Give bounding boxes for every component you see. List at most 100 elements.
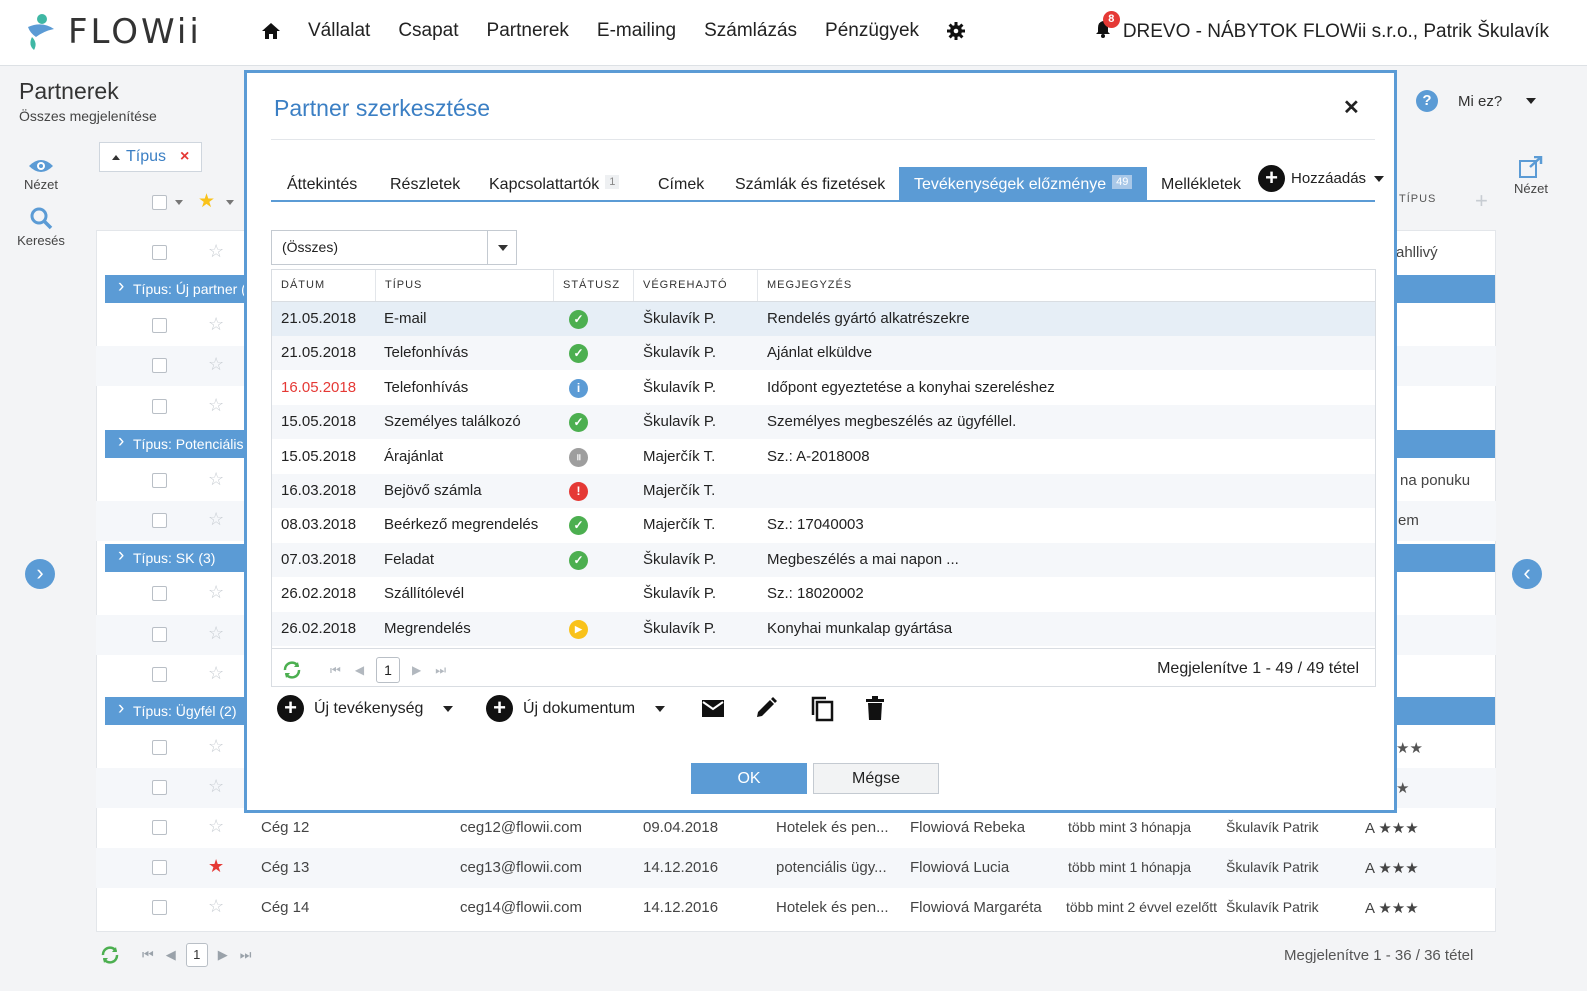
star-icon[interactable]: ☆ — [208, 816, 224, 837]
star-icon[interactable]: ☆ — [208, 896, 224, 917]
help-label[interactable]: Mi ez? — [1458, 93, 1502, 110]
trash-icon[interactable] — [866, 696, 884, 720]
star-icon[interactable]: ☆ — [208, 663, 224, 684]
home-icon[interactable] — [262, 23, 280, 39]
activity-row[interactable]: 16.03.2018 Bejövő számla! Majerčík T. — [272, 474, 1375, 508]
activity-row[interactable]: 15.05.2018 Árajánlat ॥ Majerčík T. Sz.: A-20… — [272, 440, 1375, 474]
nav-szamlazas[interactable]: Számlázás — [704, 20, 797, 42]
current-page[interactable]: 1 — [376, 657, 401, 683]
activity-row[interactable]: 21.05.2018 Telefonhívás ✓ Škulavík P. Ajánla… — [272, 336, 1375, 371]
next-page-icon[interactable]: ▶ — [412, 663, 421, 677]
star-icon[interactable]: ☆ — [208, 395, 224, 416]
expand-right-panel-icon[interactable]: ‹ — [1512, 559, 1542, 589]
row-checkbox[interactable] — [152, 627, 167, 642]
star-icon[interactable]: ☆ — [208, 354, 224, 375]
column-date[interactable]: DÁTUM — [272, 270, 376, 301]
refresh-icon[interactable] — [282, 661, 302, 679]
row-checkbox[interactable] — [152, 860, 167, 875]
nav-emailing[interactable]: E-mailing — [597, 20, 676, 42]
chevron-down-icon[interactable] — [443, 705, 454, 712]
column-note[interactable]: MEGJEGYZÉS — [758, 270, 1375, 301]
row-checkbox[interactable] — [152, 245, 167, 260]
row-checkbox[interactable] — [152, 473, 167, 488]
expand-left-panel-icon[interactable]: › — [25, 559, 55, 589]
nav-csapat[interactable]: Csapat — [398, 20, 458, 42]
select-all-checkbox[interactable] — [152, 195, 167, 210]
company-email[interactable]: ceg12@flowii.com — [460, 819, 582, 836]
row-checkbox[interactable] — [152, 780, 167, 795]
star-icon[interactable]: ☆ — [208, 469, 224, 490]
email-icon[interactable] — [702, 700, 724, 717]
chevron-down-icon[interactable] — [1526, 98, 1537, 104]
add-column-icon[interactable]: + — [1475, 188, 1488, 214]
tab-activity-history[interactable]: Tevékenységek előzménye 49 — [899, 167, 1148, 200]
column-header-type[interactable]: TÍPUS — [1399, 193, 1436, 205]
new-document-button[interactable]: + Új dokumentum — [486, 695, 666, 722]
company-name[interactable]: Cég 13 — [261, 859, 309, 876]
external-view-toggle[interactable]: Nézet — [1506, 155, 1556, 196]
new-activity-button[interactable]: + Új tevékenység — [277, 695, 454, 722]
favorite-menu-chevron-icon[interactable] — [226, 200, 234, 205]
cancel-button[interactable]: Mégse — [813, 763, 939, 794]
notification-bell[interactable]: 8 — [1095, 11, 1120, 44]
table-row[interactable]: ☆ Cég 12 ceg12@flowii.com 09.04.2018 Hot… — [96, 808, 1496, 848]
search-toggle[interactable]: Keresés — [10, 206, 72, 248]
last-page-icon[interactable]: ⏭ — [435, 663, 446, 678]
company-email[interactable]: ceg14@flowii.com — [460, 899, 582, 916]
tab-addresses[interactable]: Címek — [658, 167, 704, 200]
prev-page-icon[interactable]: ◀ — [166, 947, 176, 963]
star-icon[interactable]: ☆ — [208, 582, 224, 603]
star-icon[interactable]: ☆ — [208, 776, 224, 797]
edit-icon[interactable] — [755, 697, 777, 719]
row-checkbox[interactable] — [152, 318, 167, 333]
column-status[interactable]: STÁTUSZ — [554, 270, 634, 301]
row-checkbox[interactable] — [152, 667, 167, 682]
activity-row[interactable]: 15.05.2018 Személyes találkozó ✓ Škulavík P… — [272, 405, 1375, 440]
row-checkbox[interactable] — [152, 900, 167, 915]
activity-row[interactable]: 21.05.2018 E-mail ✓ Škulavík P. Rendelés gyá… — [272, 302, 1375, 336]
next-page-icon[interactable]: ▶ — [218, 947, 228, 963]
row-checkbox[interactable] — [152, 586, 167, 601]
table-row[interactable]: ★ Cég 13 ceg13@flowii.com 14.12.2016 pot… — [96, 848, 1496, 888]
remove-filter-icon[interactable]: × — [180, 148, 189, 166]
logo[interactable]: FLOWii — [24, 12, 202, 52]
row-checkbox[interactable] — [152, 399, 167, 414]
tab-overview[interactable]: Áttekintés — [287, 167, 357, 200]
add-dropdown-button[interactable]: + Hozzáadás — [1258, 165, 1385, 192]
activity-row[interactable]: 08.03.2018 Beérkező megrendelés ✓ Majerčík … — [272, 508, 1375, 542]
user-company[interactable]: DREVO - NÁBYTOK FLOWii s.r.o., Patrik Šk… — [1123, 21, 1549, 43]
type-filter-chip[interactable]: Típus × — [99, 142, 203, 172]
activity-row[interactable]: 16.05.2018 Telefonhívás i Škulavík P. Időpon… — [272, 371, 1375, 405]
company-email[interactable]: ceg13@flowii.com — [460, 859, 582, 876]
row-checkbox[interactable] — [152, 358, 167, 373]
close-icon[interactable]: ✕ — [1343, 95, 1360, 120]
first-page-icon[interactable]: ⏮ — [330, 663, 341, 678]
help-icon[interactable]: ? — [1416, 90, 1438, 112]
nav-penzugyek[interactable]: Pénzügyek — [825, 20, 919, 42]
gear-icon[interactable] — [947, 22, 966, 40]
dropdown-arrow-icon[interactable] — [487, 231, 516, 264]
column-executor[interactable]: VÉGREHAJTÓ — [634, 270, 758, 301]
row-checkbox[interactable] — [152, 740, 167, 755]
row-checkbox[interactable] — [152, 513, 167, 528]
prev-page-icon[interactable]: ◀ — [355, 663, 364, 677]
select-menu-chevron-icon[interactable] — [175, 200, 183, 205]
activity-row[interactable]: 07.03.2018 Feladat ✓ Škulavík P. Megbeszélés… — [272, 542, 1375, 577]
company-name[interactable]: Cég 12 — [261, 819, 309, 836]
nav-vallalat[interactable]: Vállalat — [308, 20, 370, 42]
star-icon[interactable]: ☆ — [208, 509, 224, 530]
last-page-icon[interactable]: ⏭ — [240, 947, 252, 963]
star-icon[interactable]: ☆ — [208, 241, 224, 262]
first-page-icon[interactable]: ⏮ — [142, 947, 154, 963]
activity-row[interactable]: 26.02.2018 Megrendelés ▶ Škulavík P. Konyhai… — [272, 611, 1375, 646]
view-toggle[interactable]: Nézet — [10, 158, 72, 192]
tab-attachments[interactable]: Mellékletek — [1161, 167, 1241, 200]
star-icon[interactable]: ★ — [208, 856, 224, 877]
current-page[interactable]: 1 — [185, 943, 208, 967]
help-area[interactable]: ? Mi ez? — [1416, 90, 1537, 112]
star-icon[interactable]: ☆ — [208, 736, 224, 757]
star-icon[interactable]: ☆ — [208, 314, 224, 335]
column-type[interactable]: TÍPUS — [376, 270, 554, 301]
ok-button[interactable]: OK — [691, 763, 807, 794]
tab-details[interactable]: Részletek — [390, 167, 460, 200]
